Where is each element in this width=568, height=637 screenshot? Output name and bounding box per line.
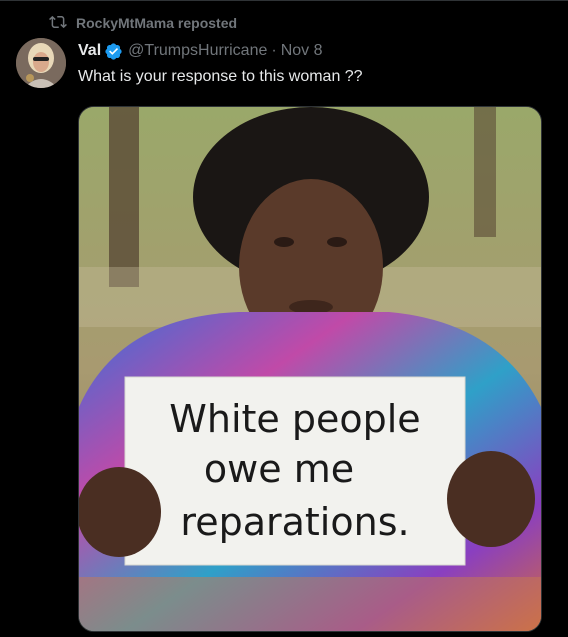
post-image[interactable]: White people owe me reparations.	[78, 106, 542, 632]
author-name[interactable]: Val	[78, 42, 101, 60]
social-context[interactable]: RockyMtMama reposted	[49, 13, 237, 33]
social-context-label: RockyMtMama reposted	[76, 15, 238, 31]
top-divider	[0, 0, 568, 1]
avatar[interactable]	[16, 38, 66, 88]
sign-line-1: White people	[169, 397, 420, 441]
separator: ·	[271, 42, 277, 59]
sign-line-2: owe me	[204, 447, 354, 491]
sign-line-3: reparations.	[180, 500, 409, 544]
post-text: What is your response to this woman ??	[78, 68, 363, 85]
repost-icon	[49, 13, 76, 34]
post-date[interactable]: Nov 8	[281, 42, 323, 60]
author-handle[interactable]: @TrumpsHurricane	[128, 42, 267, 60]
verified-badge-icon	[105, 42, 122, 60]
post-header: Val @TrumpsHurricane · Nov 8	[78, 40, 323, 62]
